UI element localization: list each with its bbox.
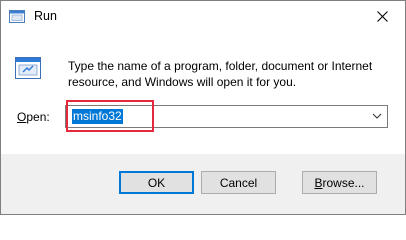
cancel-button[interactable]: Cancel: [201, 171, 276, 194]
open-combobox[interactable]: msinfo32: [65, 105, 388, 128]
run-dialog-icon: [15, 57, 41, 79]
chevron-down-icon[interactable]: [372, 111, 382, 121]
run-dialog: Run Type the name of a program, folder, …: [0, 0, 406, 215]
open-label: Open:: [17, 110, 50, 124]
description-line-1: Type the name of a program, folder, docu…: [68, 59, 373, 73]
close-button[interactable]: [360, 1, 405, 31]
browse-button[interactable]: Browse...: [302, 171, 377, 194]
title-bar: Run: [1, 1, 405, 31]
close-icon: [377, 10, 388, 22]
description-text: Type the name of a program, folder, docu…: [68, 58, 388, 90]
dialog-body: Type the name of a program, folder, docu…: [1, 31, 405, 154]
description-line-2: resource, and Windows will open it for y…: [68, 75, 297, 89]
open-label-rest: pen:: [26, 110, 50, 124]
open-input-value[interactable]: msinfo32: [72, 109, 123, 124]
browse-rest: rowse...: [322, 175, 365, 190]
open-label-accelerator: O: [17, 110, 27, 124]
ok-button[interactable]: OK: [119, 171, 194, 194]
button-bar: OK Cancel Browse...: [1, 154, 405, 214]
run-app-icon: [9, 10, 25, 23]
window-title: Run: [34, 9, 57, 23]
browse-accelerator: B: [314, 175, 323, 190]
